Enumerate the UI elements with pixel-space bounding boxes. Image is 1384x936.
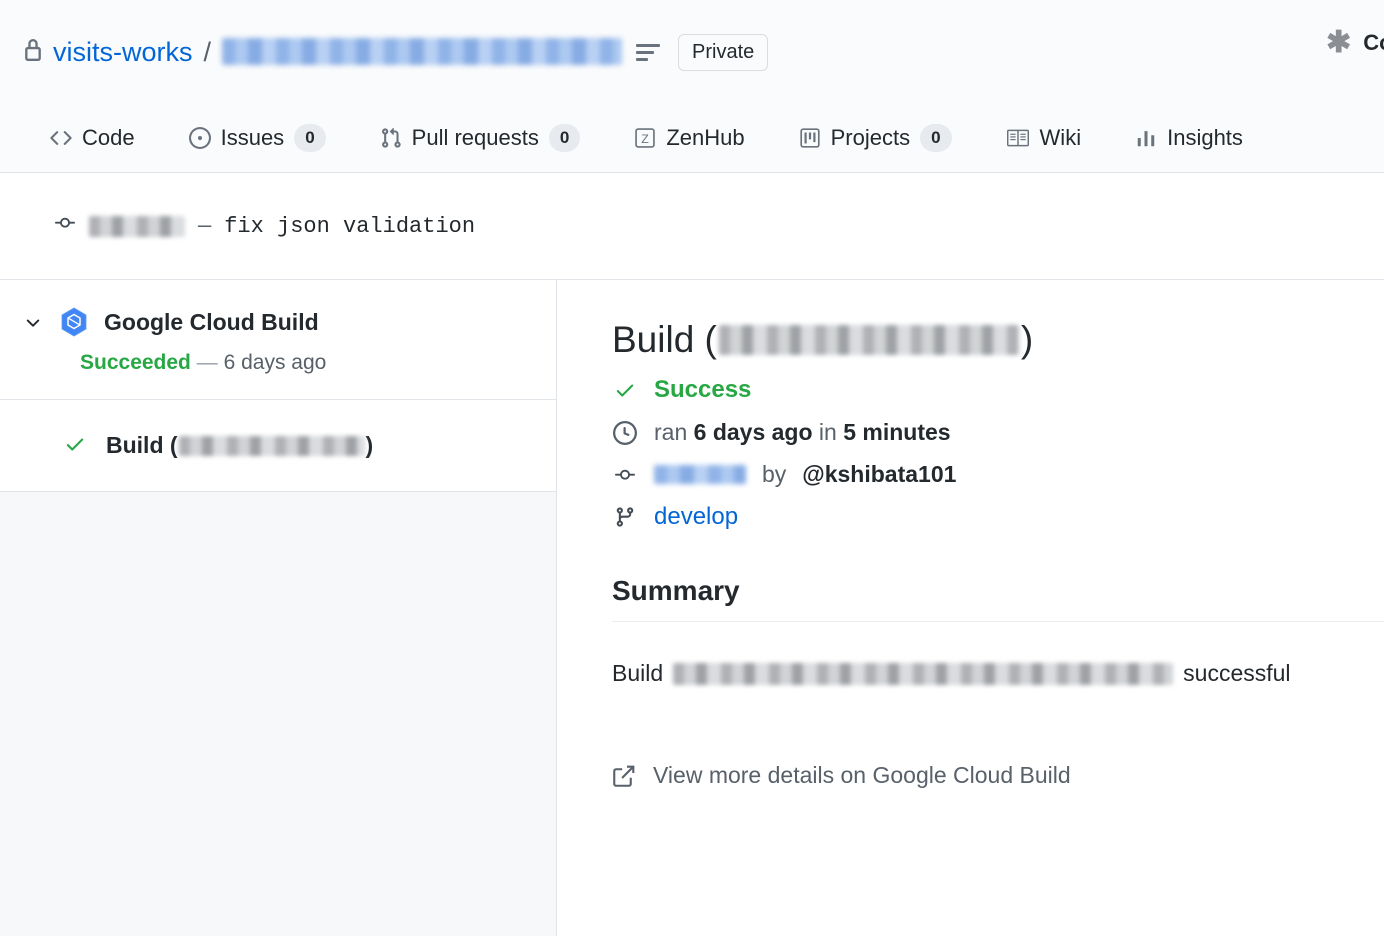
asterisk-icon: ✱ bbox=[1326, 26, 1352, 59]
check-group-dash: — bbox=[196, 351, 218, 374]
code-icon bbox=[50, 127, 72, 149]
lock-icon bbox=[22, 37, 44, 68]
commit-icon bbox=[612, 465, 638, 485]
commit-summary: — fix json validation bbox=[52, 213, 475, 240]
ran-label: ran bbox=[654, 419, 688, 446]
summary-text: Build successful bbox=[612, 660, 1384, 687]
ran-value: 6 days ago bbox=[693, 419, 813, 446]
in-label: in bbox=[818, 419, 837, 446]
commit-dash: — bbox=[198, 213, 212, 239]
issue-opened-icon bbox=[188, 127, 211, 149]
tab-zenhub-label: ZenHub bbox=[666, 125, 745, 150]
checks-sidebar: Google Cloud Build Succeeded — 6 days ag… bbox=[0, 280, 557, 936]
check-group-time: 6 days ago bbox=[223, 351, 327, 374]
detail-commit-sha-redacted[interactable] bbox=[654, 465, 746, 485]
breadcrumb-separator: / bbox=[203, 36, 212, 67]
detail-title: Build ( ) bbox=[612, 318, 1384, 362]
detail-timing-row: ran 6 days ago in 5 minutes bbox=[612, 419, 1384, 446]
tab-insights[interactable]: Insights bbox=[1135, 125, 1270, 151]
detail-timing-text: ran 6 days ago in 5 minutes bbox=[654, 419, 951, 446]
check-icon bbox=[62, 433, 88, 459]
check-group-name: Google Cloud Build bbox=[104, 308, 319, 335]
clock-icon bbox=[612, 420, 638, 445]
tab-issues-count: 0 bbox=[294, 123, 326, 153]
duration-value: 5 minutes bbox=[843, 419, 951, 446]
project-icon bbox=[799, 127, 821, 149]
summary-prefix: Build bbox=[612, 660, 664, 687]
chevron-down-icon[interactable] bbox=[22, 311, 44, 333]
detail-commit-row: by @kshibata101 bbox=[612, 461, 1384, 488]
zenhub-connect-label: Con bbox=[1363, 30, 1384, 55]
commit-bar: — fix json validation bbox=[0, 173, 1384, 280]
tab-pull-requests[interactable]: Pull requests 0 bbox=[380, 123, 608, 153]
detail-status-label: Success bbox=[654, 376, 752, 404]
view-more-details-link[interactable]: View more details on Google Cloud Build bbox=[612, 762, 1384, 789]
repo-owner-link[interactable]: visits-works bbox=[53, 38, 193, 66]
tab-zenhub[interactable]: Z ZenHub bbox=[634, 125, 771, 151]
check-item-label: Build ( ) bbox=[106, 432, 373, 459]
git-pull-request-icon bbox=[380, 127, 402, 149]
tab-code[interactable]: Code bbox=[50, 125, 162, 151]
check-group-status-line: Succeeded — 6 days ago bbox=[22, 351, 536, 375]
git-branch-icon bbox=[612, 505, 638, 529]
check-item-build[interactable]: Build ( ) bbox=[0, 400, 556, 492]
detail-title-suffix: ) bbox=[1020, 319, 1034, 360]
tab-pull-requests-label: Pull requests bbox=[411, 125, 539, 150]
visibility-badge: Private bbox=[678, 33, 769, 71]
tab-issues-label: Issues bbox=[220, 125, 285, 150]
detail-title-prefix: Build ( bbox=[612, 319, 717, 360]
detail-title-redacted bbox=[718, 325, 1019, 356]
zenhub-icon: Z bbox=[634, 127, 656, 149]
repo-breadcrumb: visits-works / bbox=[22, 36, 623, 68]
checks-body: Google Cloud Build Succeeded — 6 days ag… bbox=[0, 280, 1384, 936]
svg-text:Z: Z bbox=[642, 132, 650, 146]
graph-icon bbox=[1135, 127, 1157, 149]
repo-name-redacted[interactable] bbox=[222, 37, 623, 65]
check-item-prefix: Build ( bbox=[106, 432, 178, 458]
check-item-name-redacted bbox=[178, 435, 365, 456]
commit-sha-redacted[interactable] bbox=[89, 215, 185, 237]
external-link-icon bbox=[612, 764, 636, 788]
tab-projects-label: Projects bbox=[830, 125, 911, 150]
zenhub-connect-button[interactable]: ✱ Con bbox=[1326, 28, 1384, 58]
repo-header: visits-works / Private ✱ Con bbox=[0, 0, 1384, 104]
check-group-status: Succeeded bbox=[80, 351, 191, 374]
commit-message: fix json validation bbox=[224, 213, 476, 239]
check-item-suffix: ) bbox=[365, 432, 374, 458]
commit-icon bbox=[52, 213, 78, 240]
tab-issues[interactable]: Issues 0 bbox=[188, 123, 353, 153]
align-left-icon bbox=[636, 43, 661, 61]
summary-heading: Summary bbox=[612, 575, 1384, 623]
detail-branch-row: develop bbox=[612, 503, 1384, 531]
tab-wiki-label: Wiki bbox=[1039, 125, 1082, 150]
check-icon bbox=[612, 379, 638, 401]
check-group-google-cloud-build: Google Cloud Build Succeeded — 6 days ag… bbox=[0, 280, 556, 400]
view-more-details-label: View more details on Google Cloud Build bbox=[653, 762, 1071, 789]
summary-suffix: successful bbox=[1183, 660, 1291, 687]
tab-projects[interactable]: Projects 0 bbox=[799, 123, 979, 153]
summary-redacted bbox=[673, 662, 1174, 685]
by-label: by bbox=[762, 461, 787, 488]
tab-pull-requests-count: 0 bbox=[548, 123, 581, 153]
detail-author[interactable]: @kshibata101 bbox=[802, 461, 956, 488]
check-group-header: Google Cloud Build bbox=[22, 306, 536, 338]
google-cloud-build-icon bbox=[58, 306, 90, 338]
tab-wiki[interactable]: Wiki bbox=[1006, 125, 1109, 151]
tab-projects-count: 0 bbox=[920, 123, 952, 153]
detail-status-row: Success bbox=[612, 376, 1384, 404]
repo-nav-tabs: Code Issues 0 Pull requests 0 Z ZenHub P… bbox=[0, 104, 1384, 173]
book-icon bbox=[1006, 127, 1030, 149]
tab-insights-label: Insights bbox=[1167, 125, 1243, 150]
detail-branch-link[interactable]: develop bbox=[654, 503, 738, 531]
check-detail-panel: Build ( ) Success ran 6 days ago in 5 mi… bbox=[557, 280, 1384, 936]
tab-code-label: Code bbox=[82, 125, 135, 150]
